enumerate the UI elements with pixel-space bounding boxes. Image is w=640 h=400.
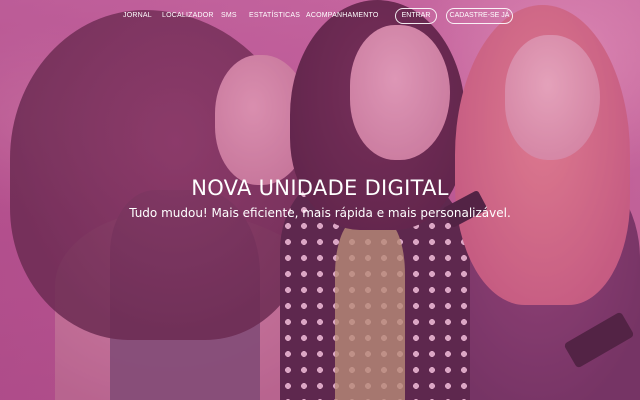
nav-link-estatisticas[interactable]: ESTATÍSTICAS — [249, 12, 300, 19]
hero-subtitle: Tudo mudou! Mais eficiente, mais rápida … — [129, 206, 511, 220]
hero-section: JORNAL LOCALIZADOR SMS ESTATÍSTICAS ACOM… — [0, 0, 640, 400]
color-overlay — [0, 0, 640, 400]
nav-link-jornal[interactable]: JORNAL — [123, 12, 152, 19]
nav-link-localizador[interactable]: LOCALIZADOR — [162, 12, 214, 19]
signup-button[interactable]: CADASTRE-SE JÁ — [446, 8, 513, 24]
nav-link-acompanhamento[interactable]: ACOMPANHAMENTO — [306, 12, 379, 19]
hero-photo — [0, 0, 640, 400]
hero-title: NOVA UNIDADE DIGITAL — [191, 176, 449, 200]
login-button[interactable]: ENTRAR — [395, 8, 437, 24]
nav-link-sms[interactable]: SMS — [221, 12, 237, 19]
main-navigation: JORNAL LOCALIZADOR SMS ESTATÍSTICAS ACOM… — [0, 8, 640, 26]
